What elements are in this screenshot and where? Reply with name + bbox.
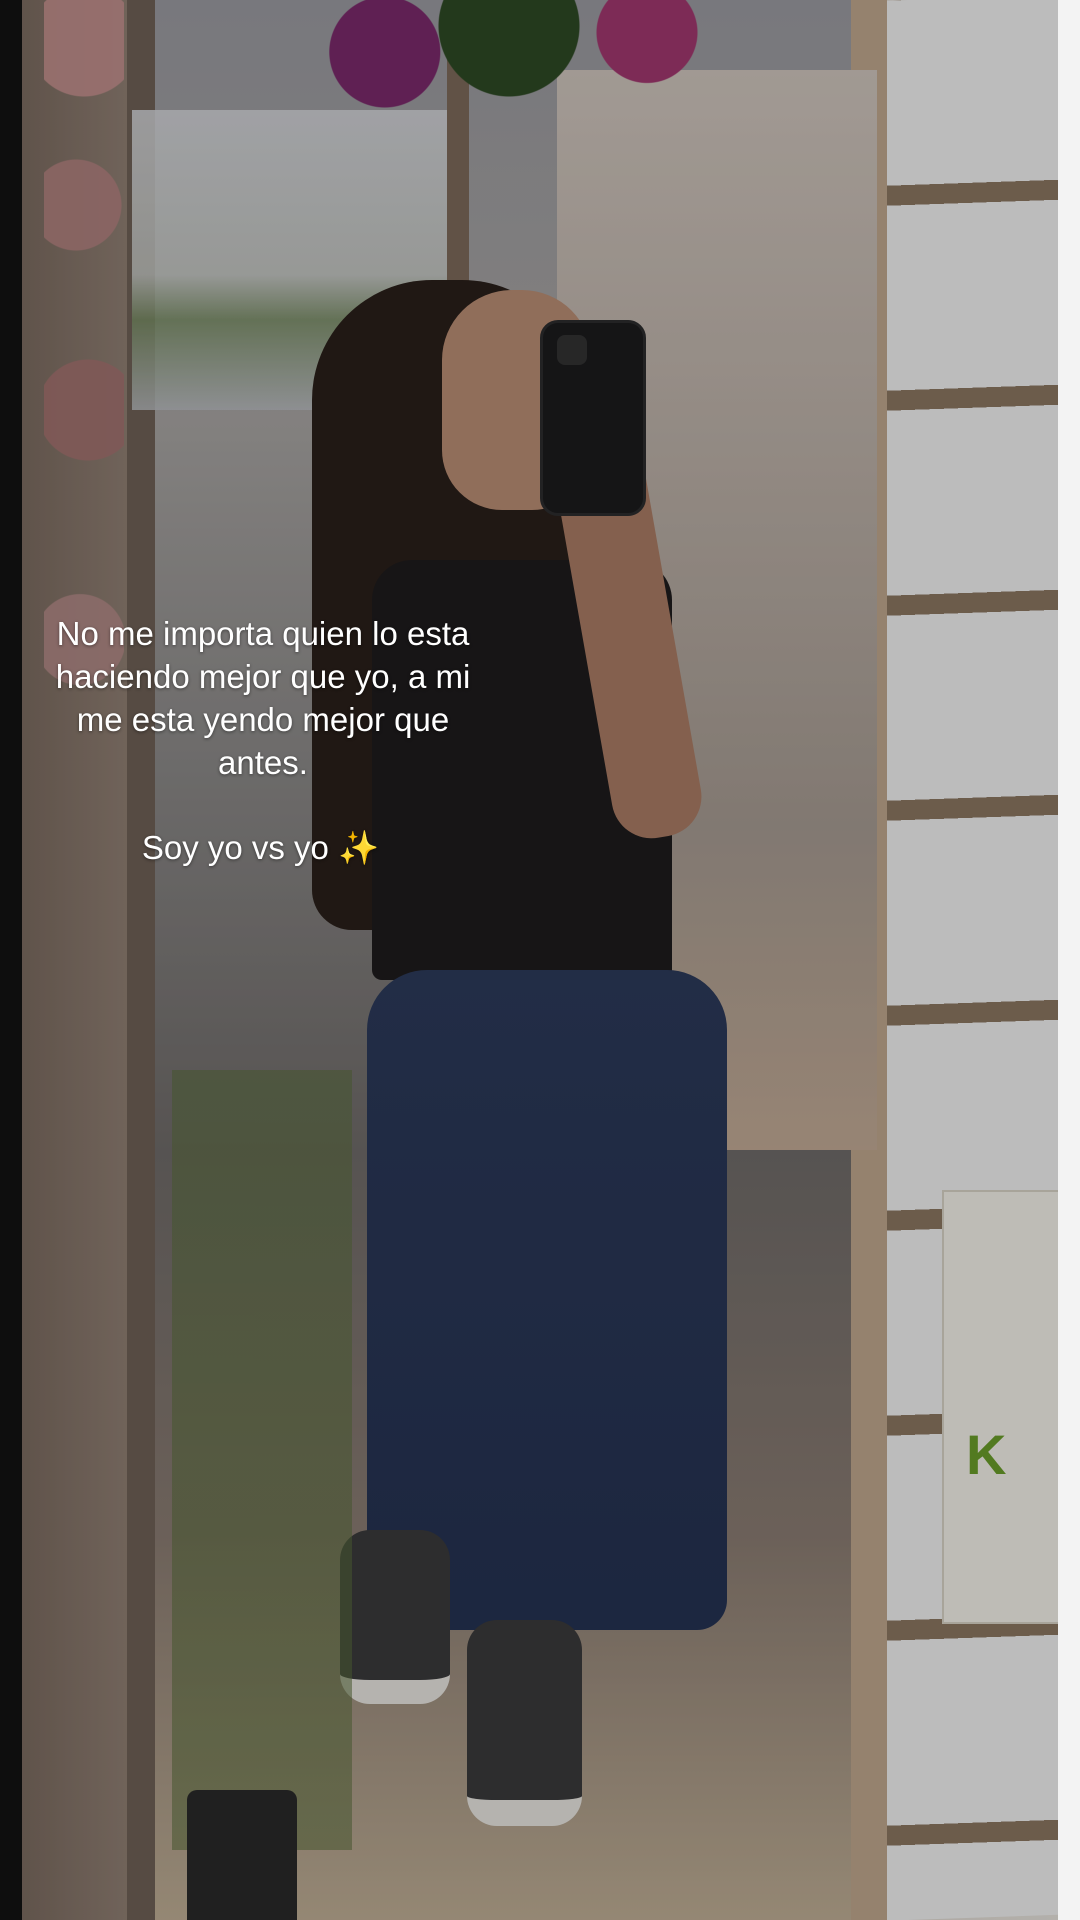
caption-line-4: antes. [218,744,308,781]
caption-line-2: haciendo mejor que yo, a mi [55,658,471,695]
dim-overlay [22,0,1058,1920]
photo-scene: K [22,0,1058,1920]
caption-line-1: No me importa quien lo esta [56,615,470,652]
caption-overlay: No me importa quien lo esta haciendo mej… [18,612,508,869]
caption-line-3: me esta yendo mejor que [76,701,450,738]
right-border-strip [1058,0,1080,1920]
caption-subline: Soy yo vs yo ✨ [13,826,508,869]
sparkle-icon: ✨ [338,829,380,866]
left-border-strip [0,0,22,1920]
caption-subline-text: Soy yo vs yo [141,829,329,866]
